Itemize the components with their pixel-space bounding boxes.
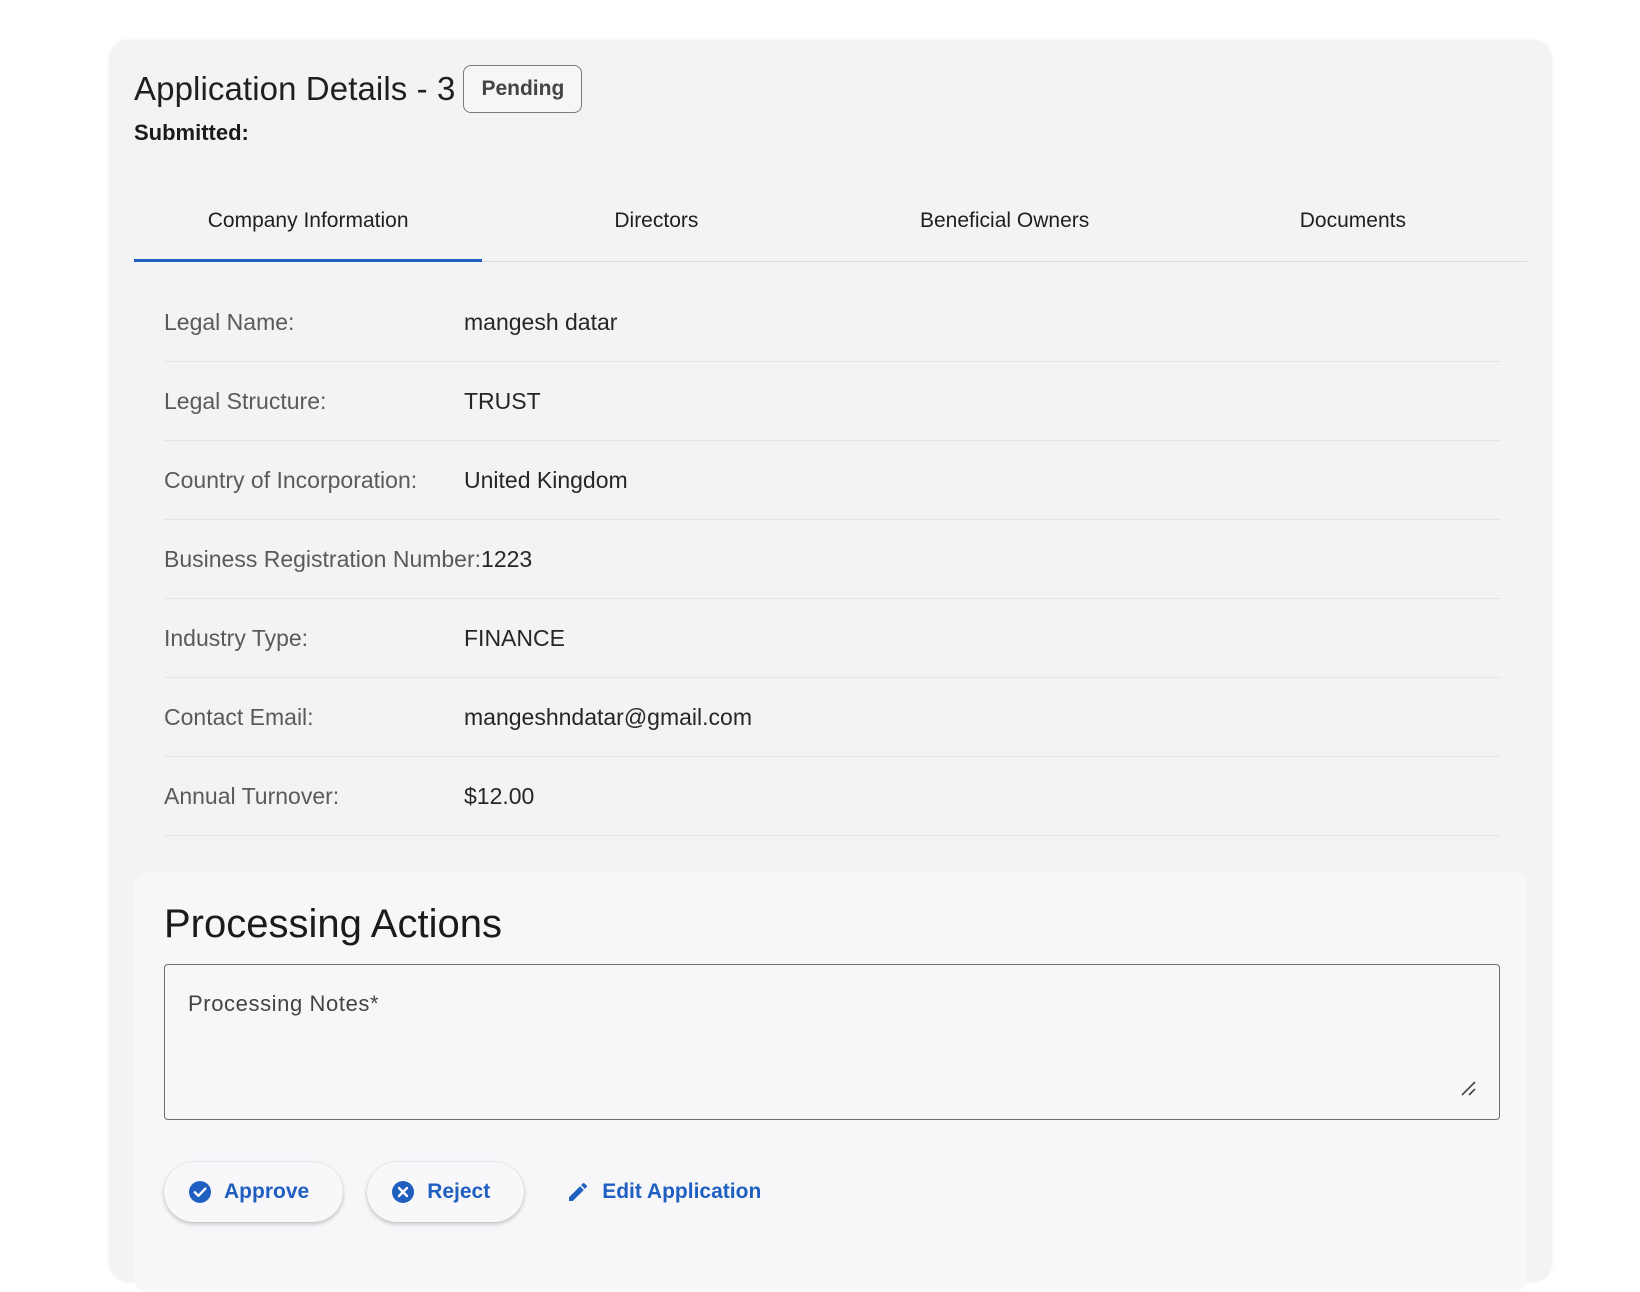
tab-company-information[interactable]: Company Information	[134, 180, 483, 262]
company-info-list: Legal Name: mangesh datar Legal Structur…	[164, 283, 1501, 836]
reject-label: Reject	[427, 1180, 491, 1203]
info-row-industry-type: Industry Type: FINANCE	[164, 599, 1501, 678]
info-label: Legal Name:	[164, 308, 295, 335]
check-circle-icon	[189, 1181, 211, 1203]
reject-button[interactable]: Reject	[367, 1162, 525, 1222]
info-label: Annual Turnover:	[164, 782, 340, 809]
info-row-annual-turnover: Annual Turnover: $12.00	[164, 757, 1501, 836]
info-label: Contact Email:	[164, 703, 314, 730]
info-value: FINANCE	[464, 624, 565, 651]
processing-actions-title: Processing Actions	[164, 902, 502, 946]
action-buttons: Approve Reject Edit Application	[164, 1162, 781, 1222]
info-row-legal-structure: Legal Structure: TRUST	[164, 362, 1501, 441]
info-row-contact-email: Contact Email: mangeshndatar@gmail.com	[164, 678, 1501, 757]
tab-documents[interactable]: Documents	[1179, 180, 1527, 261]
status-badge: Pending	[463, 65, 583, 113]
resize-handle-icon[interactable]	[1459, 1079, 1477, 1097]
info-label: Business Registration Number:	[164, 545, 482, 572]
info-value: TRUST	[464, 387, 541, 414]
info-row-legal-name: Legal Name: mangesh datar	[164, 283, 1501, 362]
info-value: mangesh datar	[464, 308, 618, 335]
info-value: 1223	[481, 545, 533, 572]
x-circle-icon	[392, 1181, 415, 1203]
processing-actions-panel: Processing Actions Approve	[134, 872, 1527, 1292]
tab-directors[interactable]: Directors	[482, 180, 830, 261]
info-row-registration-number: Business Registration Number: 1223	[164, 520, 1501, 599]
page-title: Application Details - 3	[134, 70, 456, 107]
pencil-icon	[569, 1182, 588, 1201]
edit-application-button[interactable]: Edit Application	[546, 1162, 781, 1222]
tab-beneficial-owners[interactable]: Beneficial Owners	[831, 180, 1179, 261]
info-row-country: Country of Incorporation: United Kingdom	[164, 441, 1501, 520]
approve-button[interactable]: Approve	[164, 1162, 344, 1222]
submitted-label: Submitted:	[134, 120, 249, 145]
title-row: Application Details - 3 Pending	[134, 64, 1527, 114]
processing-notes-field	[164, 964, 1500, 1120]
processing-notes-input[interactable]	[165, 965, 1499, 1119]
approve-label: Approve	[224, 1180, 310, 1203]
edit-application-label: Edit Application	[602, 1180, 762, 1203]
info-label: Country of Incorporation:	[164, 466, 418, 493]
application-details-card: Application Details - 3 Pending Submitte…	[110, 40, 1551, 1292]
info-value: mangeshndatar@gmail.com	[464, 703, 752, 730]
header: Application Details - 3 Pending Submitte…	[134, 64, 1527, 146]
info-value: $12.00	[464, 782, 535, 809]
info-value: United Kingdom	[464, 466, 628, 493]
tab-bar: Company Information Directors Beneficial…	[134, 180, 1527, 262]
info-label: Legal Structure:	[164, 387, 327, 414]
info-label: Industry Type:	[164, 624, 309, 651]
